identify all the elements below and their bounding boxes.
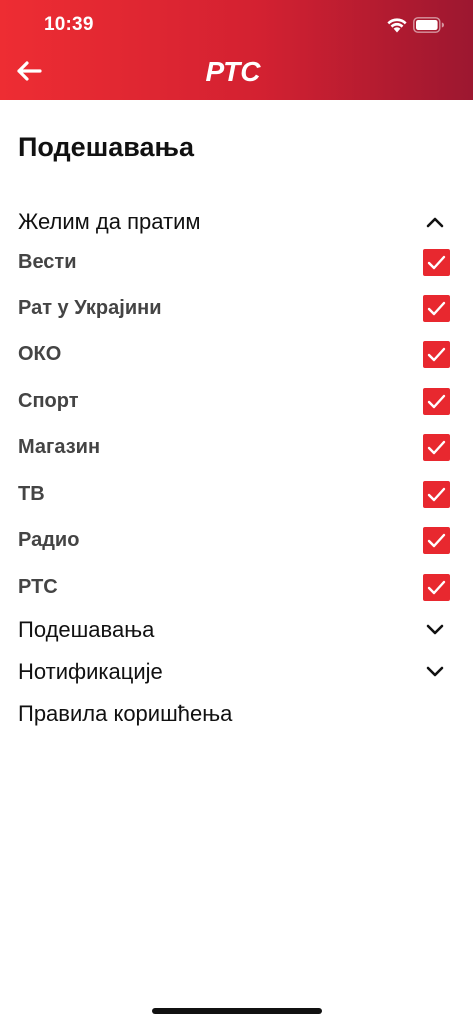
rts-logo: РТС [206, 56, 262, 87]
app-header: 10:39 РТС [0, 0, 473, 100]
checkmark-icon [427, 394, 446, 408]
section-notifications-header[interactable]: Нотификације [18, 654, 454, 690]
terms-of-use-label: Правила коришћења [18, 701, 233, 726]
chevron-down-icon [426, 666, 444, 677]
topic-checkbox[interactable] [423, 248, 450, 276]
topic-checkbox[interactable] [423, 387, 450, 415]
page-title: Подешавања [18, 132, 194, 162]
topic-checkbox[interactable] [423, 294, 450, 322]
checkmark-icon [427, 487, 446, 501]
topic-checkbox[interactable] [423, 480, 450, 508]
chevron-up-icon [426, 217, 444, 228]
section-notifications-label: Нотификације [18, 659, 163, 684]
topic-label: Спорт [18, 389, 79, 412]
wifi-icon [387, 18, 407, 33]
section-settings-label: Подешавања [18, 617, 155, 642]
topic-row-tv: ТВ [18, 476, 450, 512]
arrow-left-icon [17, 61, 42, 81]
checkmark-icon [427, 440, 446, 454]
checkmark-icon [427, 580, 446, 594]
topic-label: ОКО [18, 342, 62, 365]
checkmark-icon [427, 347, 446, 361]
logo-text: РТС [206, 56, 262, 87]
checkmark-icon [427, 255, 446, 269]
chevron-down-icon [426, 624, 444, 635]
topic-checkbox[interactable] [423, 526, 450, 554]
section-follow-header[interactable]: Желим да пратим [18, 204, 454, 240]
checkmark-icon [427, 301, 446, 315]
topic-checkbox[interactable] [423, 573, 450, 601]
topic-label: Рат у Украјини [18, 296, 162, 319]
topic-label: Магазин [18, 435, 101, 458]
topic-label: РТС [18, 575, 58, 598]
topic-row-magazin: Магазин [18, 429, 450, 465]
checkmark-icon [427, 533, 446, 547]
battery-icon [413, 17, 444, 33]
topic-row-vesti: Вести [18, 244, 450, 280]
section-follow-label: Желим да пратим [18, 209, 201, 234]
status-bar: 10:39 [0, 0, 473, 52]
status-time: 10:39 [44, 14, 94, 35]
settings-screen: 10:39 РТС Подешавања Желим да пратим Вес… [0, 0, 473, 1024]
home-indicator[interactable] [152, 1008, 322, 1014]
topic-row-sport: Спорт [18, 383, 450, 419]
section-settings-header[interactable]: Подешавања [18, 612, 454, 648]
terms-of-use-link[interactable]: Правила коришћења [18, 696, 454, 732]
topic-row-rts: РТС [18, 569, 450, 605]
topic-label: Вести [18, 250, 77, 273]
topic-checkbox[interactable] [423, 433, 450, 461]
topic-checkbox[interactable] [423, 340, 450, 368]
back-button[interactable] [14, 58, 44, 84]
topic-label: Радио [18, 528, 80, 551]
topic-row-radio: Радио [18, 522, 450, 558]
topic-row-rat-u-ukrajini: Рат у Украјини [18, 290, 450, 326]
topic-row-oko: ОКО [18, 336, 450, 372]
topic-label: ТВ [18, 482, 45, 505]
